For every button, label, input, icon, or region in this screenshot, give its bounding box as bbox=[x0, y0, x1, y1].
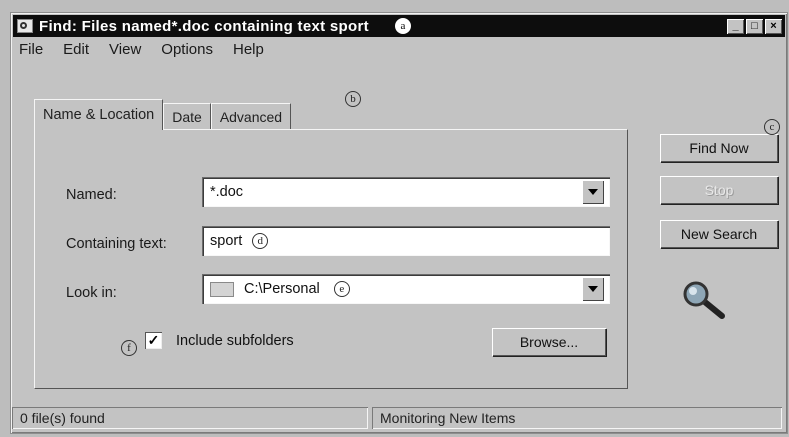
callout-b: b bbox=[345, 91, 361, 107]
menu-edit[interactable]: Edit bbox=[63, 41, 89, 63]
named-value: *.doc bbox=[210, 184, 244, 200]
containing-text-value: sport bbox=[210, 233, 243, 249]
look-in-field[interactable]: C:\Personal e bbox=[202, 274, 610, 304]
menu-bar: File Edit View Options Help bbox=[15, 41, 264, 63]
callout-f: f bbox=[121, 340, 137, 356]
stop-button[interactable]: Stop bbox=[660, 176, 778, 204]
find-app-icon[interactable] bbox=[17, 19, 33, 33]
tab-advanced[interactable]: Advanced bbox=[210, 103, 292, 130]
named-dropdown-button[interactable] bbox=[582, 180, 604, 204]
containing-text-label: Containing text: bbox=[66, 236, 167, 252]
status-monitoring: Monitoring New Items bbox=[372, 407, 782, 429]
tab-date[interactable]: Date bbox=[163, 103, 211, 130]
callout-a: a bbox=[394, 18, 411, 34]
look-in-value: C:\Personal bbox=[244, 281, 320, 297]
window-controls: _ □ × bbox=[727, 18, 782, 34]
tab-strip: Name & Location Date Advanced bbox=[34, 99, 292, 130]
callout-c: c bbox=[764, 119, 780, 135]
title-bar[interactable]: Find: Files named*.doc containing text s… bbox=[13, 15, 785, 37]
find-now-button[interactable]: Find Now bbox=[660, 134, 778, 162]
minimize-button[interactable]: _ bbox=[727, 18, 744, 34]
folder-icon bbox=[210, 281, 234, 297]
menu-help[interactable]: Help bbox=[233, 41, 264, 63]
look-in-dropdown-button[interactable] bbox=[582, 277, 604, 301]
containing-text-field[interactable]: sport d bbox=[202, 226, 610, 256]
magnifier-icon bbox=[683, 281, 725, 319]
window-title: Find: Files named*.doc containing text s… bbox=[39, 17, 369, 35]
callout-e: e bbox=[333, 281, 350, 297]
tab-name-location[interactable]: Name & Location bbox=[34, 99, 164, 130]
menu-file[interactable]: File bbox=[19, 41, 43, 63]
callout-d: d bbox=[252, 233, 269, 249]
named-label: Named: bbox=[66, 187, 117, 203]
include-subfolders-checkbox[interactable]: ✓ bbox=[145, 332, 162, 349]
maximize-button[interactable]: □ bbox=[746, 18, 763, 34]
menu-options[interactable]: Options bbox=[161, 41, 213, 63]
include-subfolders-label: Include subfolders bbox=[176, 333, 294, 349]
status-bar: 0 file(s) found Monitoring New Items bbox=[12, 407, 784, 433]
close-button[interactable]: × bbox=[765, 18, 782, 34]
named-field[interactable]: *.doc bbox=[202, 177, 610, 207]
new-search-button[interactable]: New Search bbox=[660, 220, 778, 248]
status-files-found: 0 file(s) found bbox=[12, 407, 368, 429]
look-in-label: Look in: bbox=[66, 285, 117, 301]
browse-button[interactable]: Browse... bbox=[492, 328, 606, 356]
menu-view[interactable]: View bbox=[109, 41, 141, 63]
